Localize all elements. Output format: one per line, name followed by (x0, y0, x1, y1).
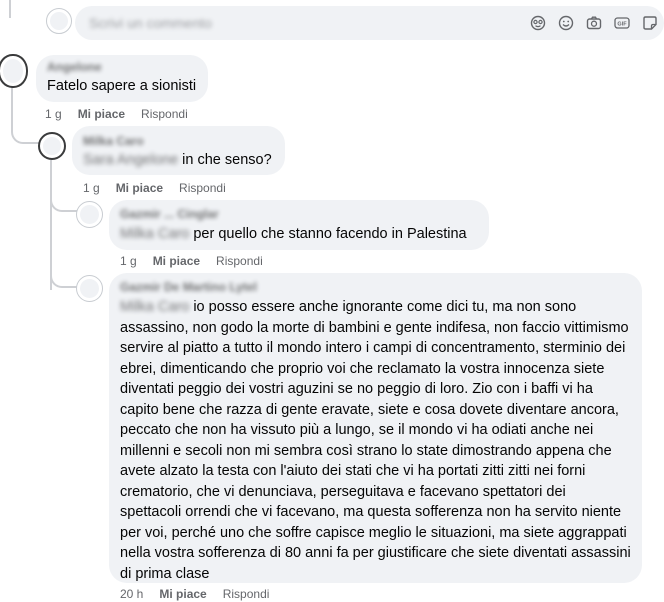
comment-body: in che senso? (182, 152, 272, 168)
comment-bubble: Milka Caro Sara Angelone in che senso? (72, 126, 285, 175)
thread-line-curve-1 (11, 128, 39, 144)
comment-actions: 20 h Mi piace Rispondi (120, 587, 269, 601)
comment-actions: 1 g Mi piace Rispondi (120, 254, 263, 268)
mention-tag[interactable]: Sara Angelone (83, 152, 178, 168)
comment-text: Milka Caro io posso essere anche ignoran… (120, 297, 631, 584)
like-button[interactable]: Mi piace (153, 254, 200, 268)
comment-composer[interactable]: Scrivi un commento GIF (75, 6, 664, 40)
thread-line-top (9, 0, 11, 18)
reply-button[interactable]: Rispondi (141, 107, 188, 121)
mention-tag[interactable]: Milka Caro (120, 226, 189, 242)
composer-avatar (46, 8, 72, 34)
like-button[interactable]: Mi piace (116, 181, 163, 195)
sticker-icon[interactable] (642, 15, 658, 31)
avatar[interactable] (38, 132, 66, 160)
comment-author[interactable]: Milka Caro (83, 135, 274, 148)
gif-icon[interactable]: GIF (614, 15, 630, 31)
reply-button[interactable]: Rispondi (179, 181, 226, 195)
comment-text: Milka Caro per quello che stanno facendo… (120, 224, 478, 245)
comment-bubble: Angelone Fatelo sapere a sionisti (36, 55, 208, 102)
svg-text:GIF: GIF (617, 21, 627, 27)
reply-button[interactable]: Rispondi (223, 587, 270, 601)
comment-author[interactable]: Gazmir ... Cinglar (120, 208, 478, 221)
like-button[interactable]: Mi piace (159, 587, 206, 601)
comment-text: Fatelo sapere a sionisti (47, 78, 197, 94)
comment-time[interactable]: 1 g (120, 254, 137, 268)
thread-line-main (11, 86, 13, 130)
avatar[interactable] (76, 201, 103, 228)
comment-time[interactable]: 1 g (45, 107, 62, 121)
camera-icon[interactable] (586, 15, 602, 31)
comment-body: io posso essere anche ignorante come dic… (120, 299, 631, 582)
mention-tag[interactable]: Milka Caro (120, 299, 189, 315)
comment-actions: 1 g Mi piace Rispondi (45, 107, 188, 121)
comment-text: Sara Angelone in che senso? (83, 150, 274, 171)
comment-time[interactable]: 1 g (83, 181, 100, 195)
avatar[interactable] (76, 275, 103, 302)
thread-line-sub (50, 160, 52, 290)
comment-author[interactable]: Gazmir De Martino Lytel (120, 281, 631, 294)
emoji-icon[interactable] (558, 15, 574, 31)
comment-actions: 1 g Mi piace Rispondi (83, 181, 226, 195)
comment-author[interactable]: Angelone (47, 61, 197, 74)
comment-time[interactable]: 20 h (120, 587, 143, 601)
comment-bubble: Gazmir ... Cinglar Milka Caro per quello… (109, 200, 489, 250)
comment-body: per quello che stanno facendo in Palesti… (193, 226, 467, 242)
avatar-sticker-icon[interactable] (530, 15, 546, 31)
reply-button[interactable]: Rispondi (216, 254, 263, 268)
like-button[interactable]: Mi piace (78, 107, 125, 121)
thread-line-curve-2 (50, 196, 80, 212)
composer-placeholder: Scrivi un commento (89, 15, 212, 31)
comment-bubble: Gazmir De Martino Lytel Milka Caro io po… (109, 273, 642, 583)
avatar[interactable] (0, 54, 28, 88)
